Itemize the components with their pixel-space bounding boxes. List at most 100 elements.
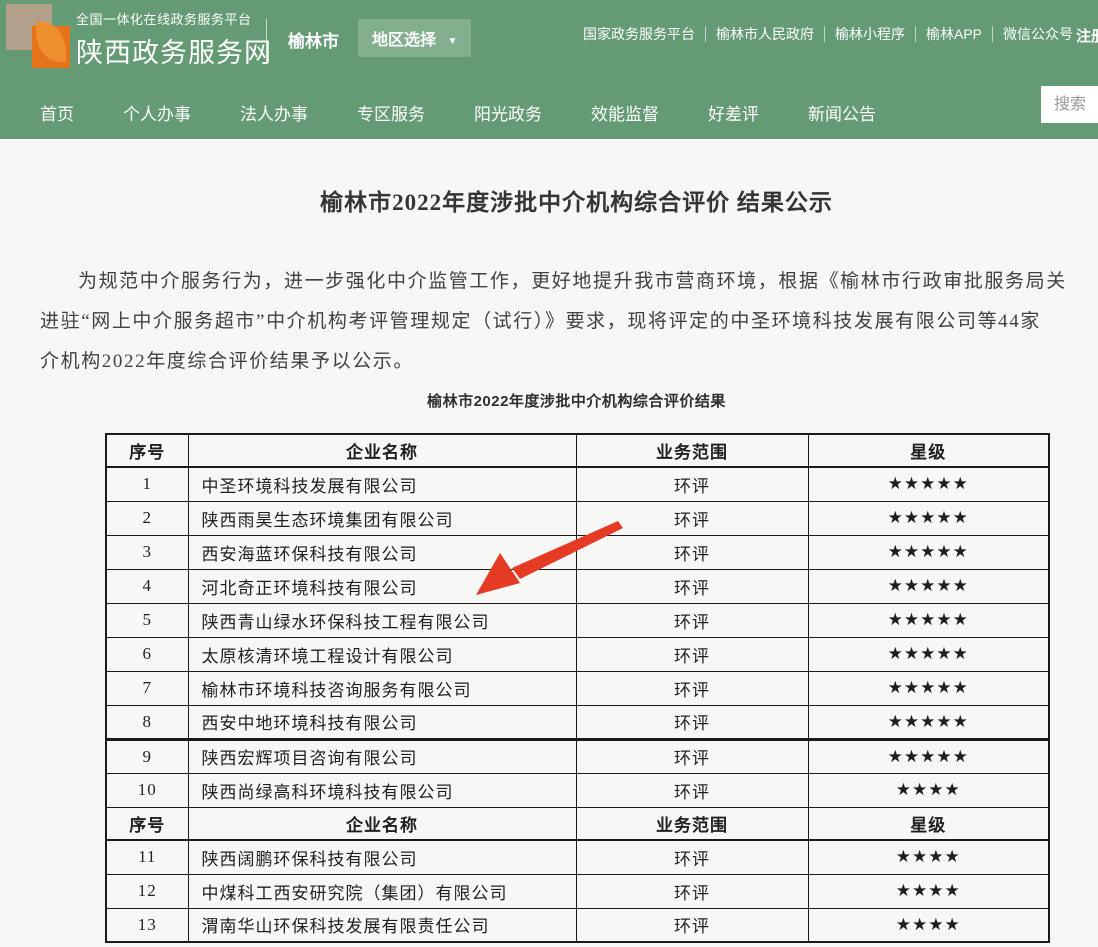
cell-serial-number: 8 bbox=[106, 705, 188, 739]
table-row: 13渭南华山环保科技发展有限责任公司环评★★★★ bbox=[106, 908, 1049, 942]
cell-company-name: 河北奇正环境科技有限公司 bbox=[188, 569, 576, 603]
column-header: 星级 bbox=[808, 807, 1049, 840]
announcement-paragraph: 为规范中介服务行为，进一步强化中介监管工作，更好地提升我市营商环境，根据《榆林市… bbox=[0, 262, 1098, 382]
top-link[interactable]: 榆林APP bbox=[915, 26, 992, 42]
cell-business-scope: 环评 bbox=[576, 739, 808, 773]
cell-serial-number: 11 bbox=[106, 840, 188, 874]
table-row: 1中圣环境科技发展有限公司环评★★★★★ bbox=[106, 467, 1049, 501]
table-row: 5陕西青山绿水环保科技工程有限公司环评★★★★★ bbox=[106, 603, 1049, 637]
top-link[interactable]: 榆林市人民政府 bbox=[705, 26, 824, 42]
platform-label: 全国一体化在线政务服务平台 bbox=[76, 9, 272, 28]
cell-company-name: 西安海蓝环保科技有限公司 bbox=[188, 535, 576, 569]
star-rating: ★★★★ bbox=[808, 773, 1049, 807]
top-link[interactable]: 国家政务服务平台 bbox=[573, 26, 705, 42]
header-divider bbox=[266, 19, 267, 61]
cell-business-scope: 环评 bbox=[576, 637, 808, 671]
cell-company-name: 渭南华山环保科技发展有限责任公司 bbox=[188, 908, 576, 942]
top-link[interactable]: 微信公众号 bbox=[992, 26, 1083, 42]
column-header: 企业名称 bbox=[188, 434, 576, 467]
cell-business-scope: 环评 bbox=[576, 874, 808, 908]
register-link[interactable]: 注册 bbox=[1076, 25, 1098, 46]
region-selector-button[interactable]: 地区选择 ▼ bbox=[358, 19, 471, 57]
results-table-body: 序号企业名称业务范围星级1中圣环境科技发展有限公司环评★★★★★2陕西雨昊生态环… bbox=[106, 434, 1049, 942]
cell-company-name: 陕西宏辉项目咨询有限公司 bbox=[188, 739, 576, 773]
cell-company-name: 陕西雨昊生态环境集团有限公司 bbox=[188, 501, 576, 535]
star-rating: ★★★★★ bbox=[808, 569, 1049, 603]
table-row: 12中煤科工西安研究院（集团）有限公司环评★★★★ bbox=[106, 874, 1049, 908]
paragraph-line: 介机构2022年度综合评价结果予以公示。 bbox=[40, 342, 1098, 382]
cell-business-scope: 环评 bbox=[576, 773, 808, 807]
cell-business-scope: 环评 bbox=[576, 569, 808, 603]
cell-company-name: 榆林市环境科技咨询服务有限公司 bbox=[188, 671, 576, 705]
site-logo bbox=[6, 4, 70, 72]
cell-business-scope: 环评 bbox=[576, 840, 808, 874]
star-rating: ★★★★★ bbox=[808, 501, 1049, 535]
cell-serial-number: 3 bbox=[106, 535, 188, 569]
region-selector-label: 地区选择 bbox=[372, 32, 436, 49]
top-link[interactable]: 榆林小程序 bbox=[824, 26, 915, 42]
table-row: 10陕西尚绿高科环境科技有限公司环评★★★★ bbox=[106, 773, 1049, 807]
page-title: 榆林市2022年度涉批中介机构综合评价 结果公示 bbox=[105, 183, 1048, 217]
star-rating: ★★★★★ bbox=[808, 637, 1049, 671]
search-input[interactable] bbox=[1041, 86, 1098, 123]
table-row: 11陕西阔鹏环保科技有限公司环评★★★★ bbox=[106, 840, 1049, 874]
table-row: 6太原核清环境工程设计有限公司环评★★★★★ bbox=[106, 637, 1049, 671]
cell-serial-number: 7 bbox=[106, 671, 188, 705]
nav-item[interactable]: 效能监督 bbox=[591, 100, 659, 125]
cell-serial-number: 9 bbox=[106, 739, 188, 773]
cell-serial-number: 13 bbox=[106, 908, 188, 942]
table-row: 2陕西雨昊生态环境集团有限公司环评★★★★★ bbox=[106, 501, 1049, 535]
table-row: 4河北奇正环境科技有限公司环评★★★★★ bbox=[106, 569, 1049, 603]
cell-company-name: 陕西尚绿高科环境科技有限公司 bbox=[188, 773, 576, 807]
paragraph-line: 为规范中介服务行为，进一步强化中介监管工作，更好地提升我市营商环境，根据《榆林市… bbox=[40, 262, 1098, 302]
nav-item[interactable]: 首页 bbox=[40, 100, 74, 125]
table-row: 3西安海蓝环保科技有限公司环评★★★★★ bbox=[106, 535, 1049, 569]
cell-company-name: 太原核清环境工程设计有限公司 bbox=[188, 637, 576, 671]
cell-business-scope: 环评 bbox=[576, 501, 808, 535]
cell-business-scope: 环评 bbox=[576, 603, 808, 637]
paragraph-line: 进驻“网上中介服务超市”中介机构考评管理规定（试行）》要求，现将评定的中圣环境科… bbox=[40, 302, 1098, 342]
star-rating: ★★★★★ bbox=[808, 739, 1049, 773]
cell-business-scope: 环评 bbox=[576, 908, 808, 942]
cell-serial-number: 12 bbox=[106, 874, 188, 908]
star-rating: ★★★★★ bbox=[808, 535, 1049, 569]
table-row: 8西安中地环境科技有限公司环评★★★★★ bbox=[106, 705, 1049, 739]
cell-company-name: 西安中地环境科技有限公司 bbox=[188, 705, 576, 739]
chevron-down-icon: ▼ bbox=[447, 36, 457, 47]
current-city-label: 榆林市 bbox=[288, 27, 339, 52]
star-rating: ★★★★ bbox=[808, 908, 1049, 942]
cell-company-name: 陕西青山绿水环保科技工程有限公司 bbox=[188, 603, 576, 637]
table-header-row: 序号企业名称业务范围星级 bbox=[106, 434, 1049, 467]
announcement-article: 榆林市2022年度涉批中介机构综合评价 结果公示 为规范中介服务行为，进一步强化… bbox=[0, 183, 1098, 943]
main-nav: 首页 个人办事 法人办事 专区服务 阳光政务 效能监督 好差评 新闻公告 bbox=[40, 100, 876, 125]
nav-item[interactable]: 阳光政务 bbox=[474, 100, 542, 125]
table-header-row: 序号企业名称业务范围星级 bbox=[106, 807, 1049, 840]
cell-serial-number: 5 bbox=[106, 603, 188, 637]
cell-serial-number: 4 bbox=[106, 569, 188, 603]
nav-item[interactable]: 法人办事 bbox=[240, 100, 308, 125]
table-caption: 榆林市2022年度涉批中介机构综合评价结果 bbox=[105, 390, 1048, 411]
site-header: 全国一体化在线政务服务平台 陕西政务服务网 榆林市 地区选择 ▼ 国家政务服务平… bbox=[0, 0, 1098, 139]
star-rating: ★★★★ bbox=[808, 840, 1049, 874]
nav-item[interactable]: 个人办事 bbox=[123, 100, 191, 125]
column-header: 星级 bbox=[808, 434, 1049, 467]
star-rating: ★★★★★ bbox=[808, 467, 1049, 501]
nav-item[interactable]: 专区服务 bbox=[357, 100, 425, 125]
star-rating: ★★★★ bbox=[808, 874, 1049, 908]
column-header: 业务范围 bbox=[576, 807, 808, 840]
column-header: 序号 bbox=[106, 807, 188, 840]
cell-company-name: 中煤科工西安研究院（集团）有限公司 bbox=[188, 874, 576, 908]
cell-business-scope: 环评 bbox=[576, 535, 808, 569]
cell-business-scope: 环评 bbox=[576, 671, 808, 705]
nav-item[interactable]: 新闻公告 bbox=[808, 100, 876, 125]
star-rating: ★★★★★ bbox=[808, 603, 1049, 637]
brand-text: 全国一体化在线政务服务平台 陕西政务服务网 bbox=[76, 9, 272, 70]
cell-business-scope: 环评 bbox=[576, 705, 808, 739]
column-header: 企业名称 bbox=[188, 807, 576, 840]
site-name: 陕西政务服务网 bbox=[76, 31, 272, 70]
nav-item[interactable]: 好差评 bbox=[708, 100, 759, 125]
star-rating: ★★★★★ bbox=[808, 671, 1049, 705]
evaluation-results-table: 序号企业名称业务范围星级1中圣环境科技发展有限公司环评★★★★★2陕西雨昊生态环… bbox=[105, 433, 1050, 943]
cell-business-scope: 环评 bbox=[576, 467, 808, 501]
cell-serial-number: 10 bbox=[106, 773, 188, 807]
